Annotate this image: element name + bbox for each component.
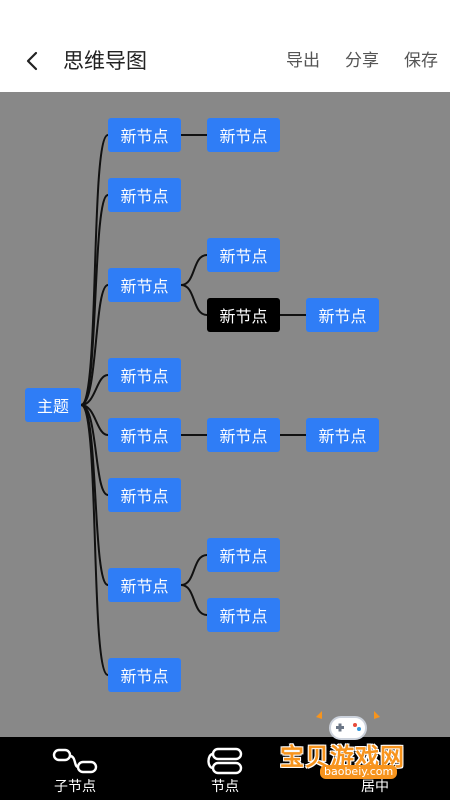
mindmap-node[interactable]: 新节点	[108, 418, 181, 452]
save-button[interactable]: 保存	[404, 49, 438, 73]
mindmap-node[interactable]: 新节点	[207, 118, 280, 152]
mindmap-node[interactable]: 新节点	[108, 118, 181, 152]
add-sibling-node-button[interactable]: 节点	[165, 737, 285, 800]
chevron-left-icon	[26, 51, 38, 71]
mindmap-node[interactable]: 新节点	[207, 598, 280, 632]
mindmap-node[interactable]: 新节点	[108, 178, 181, 212]
mindmap-node[interactable]: 新节点	[207, 538, 280, 572]
mindmap-node[interactable]: 新节点	[108, 658, 181, 692]
mindmap-node[interactable]: 新节点	[207, 238, 280, 272]
mindmap-node[interactable]: 新节点	[306, 418, 379, 452]
site-watermark: 宝贝游戏网 baobeiy.com	[268, 705, 428, 800]
share-button[interactable]: 分享	[345, 49, 379, 73]
mindmap-node[interactable]: 新节点	[108, 568, 181, 602]
export-button[interactable]: 导出	[286, 49, 320, 73]
mindmap-node[interactable]: 新节点	[306, 298, 379, 332]
add-child-node-button[interactable]: 子节点	[15, 737, 135, 800]
header-actions: 导出 分享 保存	[286, 49, 438, 73]
sibling-node-label: 节点	[211, 779, 239, 795]
child-node-icon	[52, 748, 98, 774]
header: 思维导图 导出 分享 保存	[0, 30, 450, 92]
watermark-url: baobeiy.com	[320, 765, 398, 779]
page-title: 思维导图	[63, 49, 147, 73]
mindmap-node[interactable]: 新节点	[108, 478, 181, 512]
status-bar	[0, 0, 450, 30]
mindmap-canvas[interactable]: 主题 新节点 新节点 新节点 新节点 新节点 新节点 新节点 新节点 新节点 新…	[0, 92, 450, 737]
back-button[interactable]	[18, 47, 46, 75]
sibling-node-icon	[207, 747, 243, 775]
mindmap-node[interactable]: 新节点	[108, 268, 181, 302]
child-node-label: 子节点	[54, 779, 96, 795]
root-node[interactable]: 主题	[25, 388, 81, 422]
mindmap-node[interactable]: 新节点	[108, 358, 181, 392]
selected-mindmap-node[interactable]: 新节点	[207, 298, 280, 332]
mindmap-node[interactable]: 新节点	[207, 418, 280, 452]
